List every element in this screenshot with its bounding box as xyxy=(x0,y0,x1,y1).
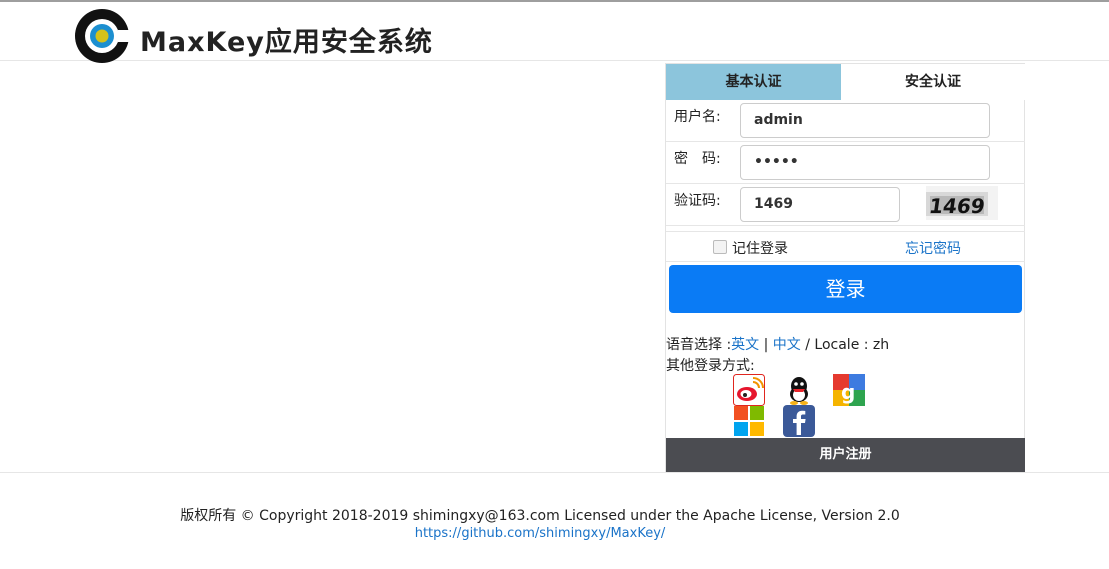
google-icon[interactable]: g xyxy=(833,374,865,406)
captcha-image-text: 1469 xyxy=(928,194,987,218)
microsoft-icon[interactable] xyxy=(733,405,765,437)
password-input[interactable]: ••••• xyxy=(740,145,990,180)
language-english-link[interactable]: 英文 xyxy=(731,337,759,353)
weibo-icon[interactable] xyxy=(733,374,765,406)
forgot-password-link[interactable]: 忘记密码 xyxy=(905,238,961,258)
remember-checkbox[interactable] xyxy=(713,240,727,254)
captcha-image[interactable]: 1469 xyxy=(926,186,998,220)
footer-divider xyxy=(0,472,1109,473)
svg-text:g: g xyxy=(841,380,855,404)
footer-github-link[interactable]: https://github.com/shimingxy/MaxKey/ xyxy=(0,526,1080,541)
app-title: MaxKey应用安全系统 xyxy=(140,27,433,58)
login-button[interactable]: 登录 xyxy=(669,265,1022,313)
footer-copyright: 版权所有 © Copyright 2018-2019 shimingxy@163… xyxy=(180,508,900,524)
remember-row: 记住登录 忘记密码 xyxy=(666,231,1025,262)
language-prefix: 语音选择 : xyxy=(666,337,732,353)
facebook-icon[interactable] xyxy=(783,405,815,437)
language-selector: 语音选择 :英文 | 中文 / Locale : zh xyxy=(666,334,889,354)
username-input[interactable]: admin xyxy=(740,103,990,138)
maxkey-logo-icon xyxy=(75,9,130,63)
remember-label: 记住登录 xyxy=(732,241,788,257)
captcha-input[interactable]: 1469 xyxy=(740,187,900,222)
tab-basic-auth[interactable]: 基本认证 xyxy=(666,64,841,100)
qq-icon[interactable] xyxy=(783,374,815,406)
locale-text: / Locale : zh xyxy=(800,337,890,353)
language-chinese-link[interactable]: 中文 xyxy=(773,337,801,353)
tab-secure-auth[interactable]: 安全认证 xyxy=(841,64,1025,100)
captcha-row: 验证码: 1469 1469 xyxy=(666,184,1025,226)
language-separator: | xyxy=(759,337,773,353)
captcha-label: 验证码: xyxy=(674,193,721,209)
username-row: 用户名: admin xyxy=(666,100,1025,142)
register-button[interactable]: 用户注册 xyxy=(666,438,1025,472)
login-panel: 基本认证 安全认证 用户名: admin 密 码: ••••• 验证码: 146… xyxy=(665,63,1025,472)
password-label: 密 码: xyxy=(674,151,721,167)
password-row: 密 码: ••••• xyxy=(666,142,1025,184)
other-login-label: 其他登录方式: xyxy=(666,358,755,374)
username-label: 用户名: xyxy=(674,109,721,125)
auth-tabs: 基本认证 安全认证 xyxy=(666,63,1025,100)
page-header: MaxKey应用安全系统 xyxy=(0,2,1109,63)
